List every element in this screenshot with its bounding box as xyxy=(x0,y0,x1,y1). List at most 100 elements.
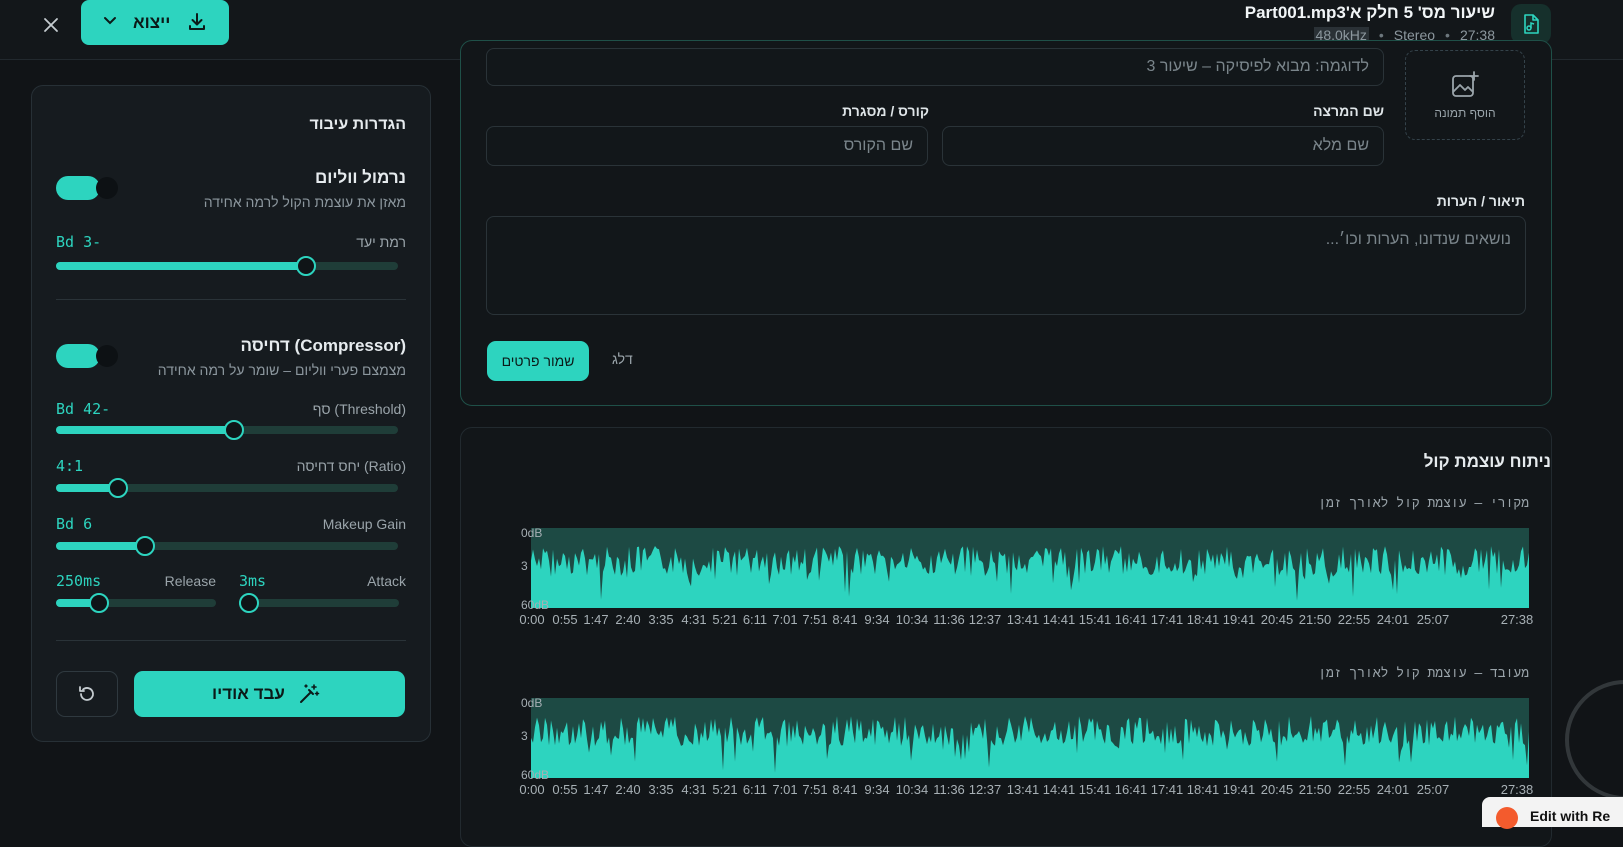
compressor-toggle[interactable] xyxy=(56,342,118,370)
audio-file-icon-box xyxy=(1511,4,1551,44)
time-tick-label: 3:35 xyxy=(648,782,674,797)
db-top-tick: 0dB xyxy=(521,526,543,540)
file-title: שיעור מס' 5 חלק א'Part001.mp3 xyxy=(1244,3,1495,22)
time-tick-label: 4:31 xyxy=(681,782,707,797)
time-tick-label: 0:00 xyxy=(519,612,545,627)
edit-with-badge[interactable]: Edit with Re xyxy=(1482,797,1623,829)
section-divider xyxy=(56,299,406,300)
release-label: Release xyxy=(164,573,216,589)
time-tick-label: 25:07 xyxy=(1416,612,1450,627)
description-textarea[interactable] xyxy=(486,216,1526,315)
reset-button[interactable] xyxy=(56,671,118,717)
time-tick-label: 17:41 xyxy=(1150,782,1184,797)
time-tick-label: 7:51 xyxy=(802,782,828,797)
time-tick-label: 2:40 xyxy=(615,612,641,627)
normalize-subtitle: מאזן את עוצמת הקול לרמה אחידה xyxy=(203,194,406,210)
course-label: קורס / מסגרת xyxy=(842,103,929,119)
time-tick-label: 20:45 xyxy=(1260,782,1294,797)
time-tick-label: 18:41 xyxy=(1186,612,1220,627)
release-slider[interactable] xyxy=(56,593,216,613)
original-waveform xyxy=(531,528,1529,608)
db-bottom-tick: 60dB xyxy=(521,598,550,612)
time-tick-label: 15:41 xyxy=(1078,612,1112,627)
slider-thumb[interactable] xyxy=(134,536,155,556)
attack-slider[interactable] xyxy=(238,593,399,613)
time-tick-label: 2:40 xyxy=(615,782,641,797)
lecturer-name-input[interactable] xyxy=(942,126,1384,166)
threshold-slider[interactable] xyxy=(56,420,398,440)
time-tick-label: 6:11 xyxy=(742,612,768,627)
slider-thumb[interactable] xyxy=(238,593,259,613)
time-tick-label: 7:01 xyxy=(772,782,798,797)
description-label: תיאור / הערות xyxy=(1436,193,1525,209)
time-tick-label: 14:41 xyxy=(1042,612,1076,627)
slider-thumb[interactable] xyxy=(89,593,110,613)
time-tick-label: 11:36 xyxy=(933,612,965,627)
time-tick-label: 19:41 xyxy=(1222,612,1256,627)
add-image-icon xyxy=(1452,71,1479,97)
export-label: ייצוא xyxy=(133,13,171,32)
chevron-down-icon xyxy=(104,17,116,25)
download-icon xyxy=(189,13,205,30)
time-tick-label: 0:00 xyxy=(519,782,545,797)
threshold-label: סף (Threshold) xyxy=(312,401,406,417)
ratio-value: 4:1 xyxy=(56,457,84,475)
slider-thumb[interactable] xyxy=(107,478,128,498)
time-tick-label: 6:11 xyxy=(742,782,768,797)
time-tick-label: 8:41 xyxy=(832,782,858,797)
time-tick-label: 21:50 xyxy=(1298,782,1332,797)
time-tick-label: 16:41 xyxy=(1114,782,1148,797)
lecturer-label: שם המרצה xyxy=(1313,103,1384,119)
time-tick-label: 3:35 xyxy=(648,612,674,627)
normalize-title: נרמול ווליום xyxy=(314,168,406,187)
lecture-title-input[interactable] xyxy=(486,48,1384,86)
reset-icon xyxy=(79,686,94,701)
course-name-input[interactable] xyxy=(486,126,928,166)
save-details-button[interactable]: שמור פרטים xyxy=(487,341,589,381)
audio-file-icon xyxy=(1524,14,1539,34)
time-tick-label: 5:21 xyxy=(712,782,738,797)
processing-settings-panel: הגדרות עיבוד נרמול ווליום מאזן את עוצמת … xyxy=(31,85,431,742)
target-level-slider[interactable] xyxy=(56,256,398,276)
time-tick-label: 10:34 xyxy=(895,612,929,627)
ratio-label: יחס דחיסה (Ratio) xyxy=(296,458,406,474)
section-divider xyxy=(56,640,406,641)
target-level-value: -3 dB xyxy=(56,233,102,251)
time-tick-label: 4:31 xyxy=(681,612,707,627)
time-tick-label: 27:38 xyxy=(1500,782,1534,797)
skip-button[interactable]: דלג xyxy=(612,351,633,367)
time-tick-label: 15:41 xyxy=(1078,782,1112,797)
target-level-label: רמת יעד xyxy=(356,234,406,250)
db-top-tick: 0dB xyxy=(521,696,543,710)
processed-time-axis: 0:00 0:55 1:47 2:40 3:35 4:31 5:21 6:11 7:01 7:51… xyxy=(500,782,1550,798)
process-audio-button[interactable]: עבד אודיו xyxy=(134,671,405,717)
time-tick-label: 21:50 xyxy=(1298,612,1332,627)
ratio-slider[interactable] xyxy=(56,478,398,498)
slider-thumb[interactable] xyxy=(295,256,316,276)
time-tick-label: 9:34 xyxy=(864,782,890,797)
time-tick-label: 27:38 xyxy=(1500,612,1534,627)
time-tick-label: 18:41 xyxy=(1186,782,1220,797)
close-button[interactable] xyxy=(36,10,66,40)
slider-thumb[interactable] xyxy=(223,420,244,440)
makeup-gain-slider[interactable] xyxy=(56,536,398,556)
time-tick-label: 24:01 xyxy=(1376,612,1410,627)
normalize-toggle[interactable] xyxy=(56,174,118,202)
time-tick-label: 12:37 xyxy=(968,782,1002,797)
time-tick-label: 0:55 xyxy=(552,612,578,627)
compressor-title: דחיסה (Compressor) xyxy=(240,336,406,355)
export-button[interactable]: ייצוא xyxy=(81,0,229,45)
add-image-button[interactable]: הוסף תמונה xyxy=(1405,50,1525,140)
time-tick-label: 13:41 xyxy=(1006,612,1040,627)
db-mid-tick: 3 xyxy=(521,729,528,743)
processed-waveform-label: מעובד – עוצמת קול לאורך זמן xyxy=(1318,666,1529,681)
analysis-title: ניתוח עוצמת קול xyxy=(1423,452,1551,471)
time-tick-label: 24:01 xyxy=(1376,782,1410,797)
original-time-axis: 0:00 0:55 1:47 2:40 3:35 4:31 5:21 6:11 7:01 7:51… xyxy=(500,612,1550,628)
add-image-label: הוסף תמונה xyxy=(1434,106,1496,120)
time-tick-label: 1:47 xyxy=(583,782,609,797)
time-tick-label: 20:45 xyxy=(1260,612,1294,627)
time-tick-label: 22:55 xyxy=(1337,612,1371,627)
processed-waveform xyxy=(531,698,1529,778)
makeup-gain-value: 6 dB xyxy=(56,515,93,533)
